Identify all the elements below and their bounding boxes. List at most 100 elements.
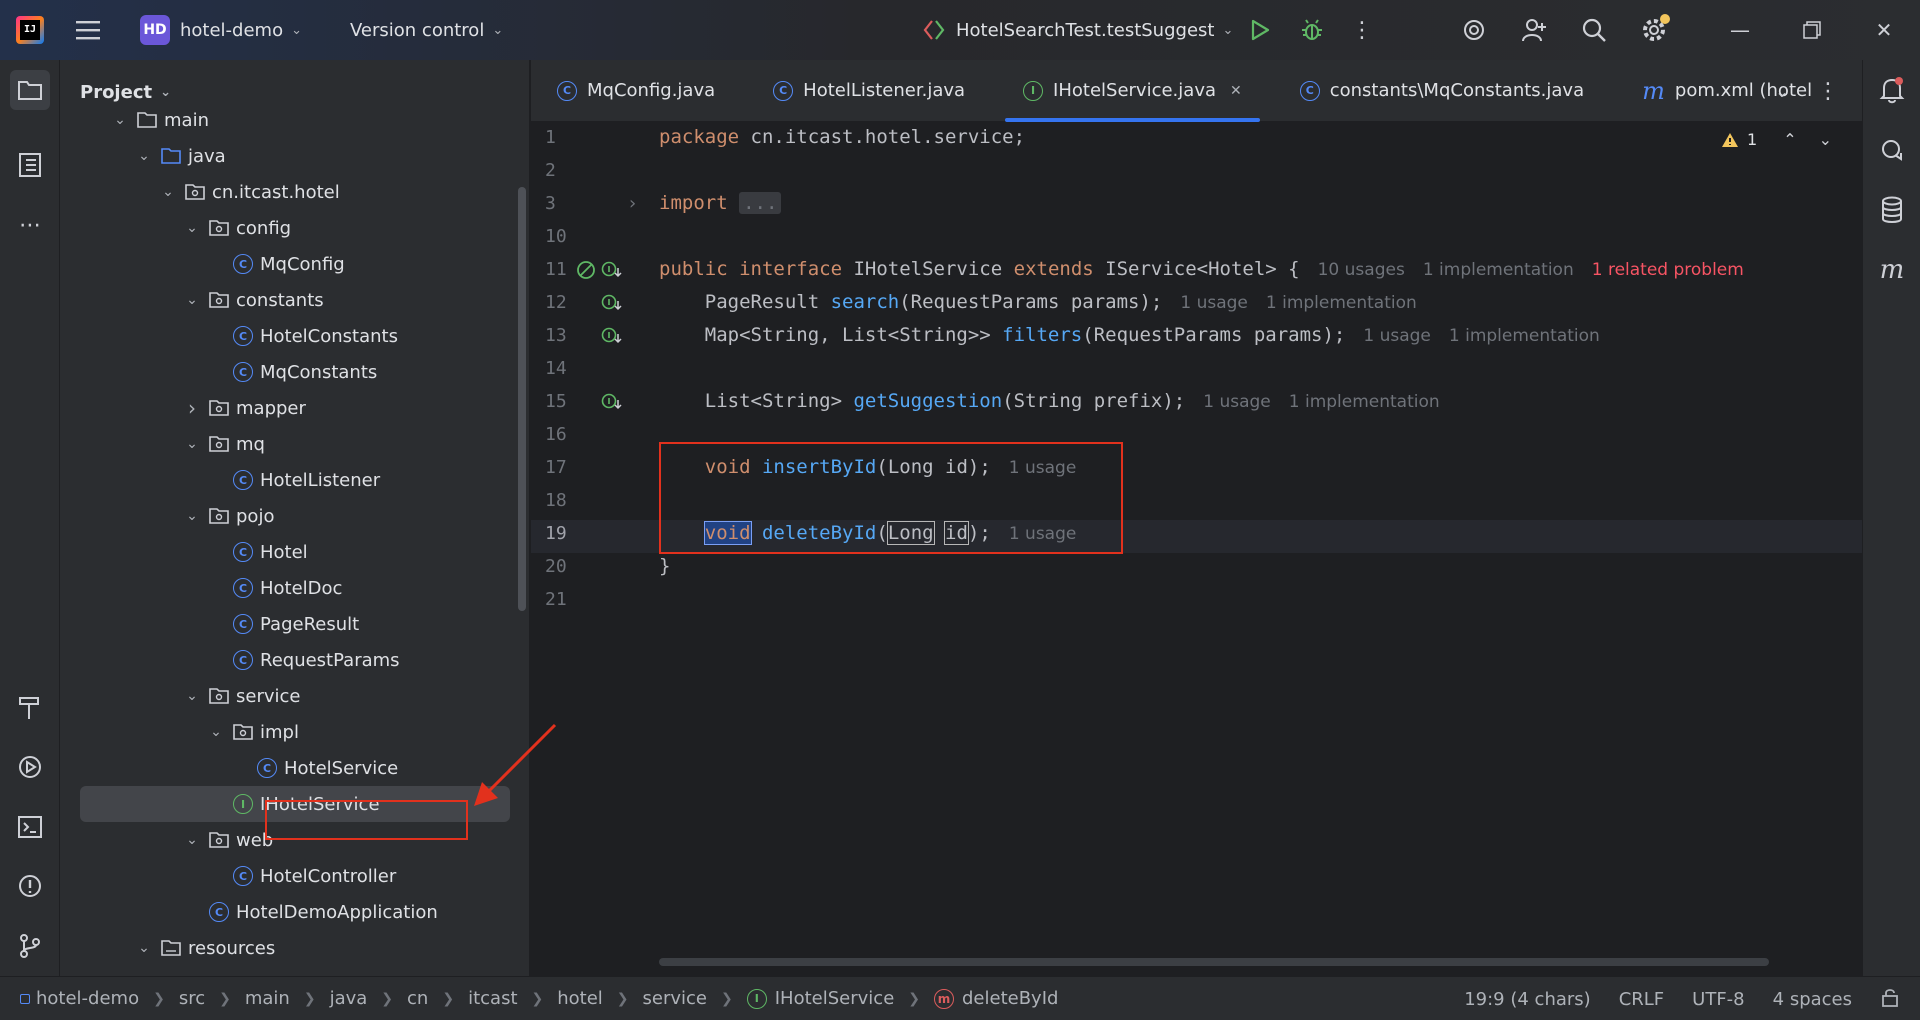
tree-item[interactable]: C PageResult bbox=[60, 606, 500, 642]
tree-item[interactable]: C RequestParams bbox=[60, 642, 500, 678]
chevron-down-icon[interactable]: ⌄ bbox=[158, 184, 178, 200]
tree-item[interactable]: ⌄ pojo bbox=[60, 498, 500, 534]
tree-item[interactable]: C MqConstants bbox=[60, 354, 500, 390]
tree-item[interactable]: › mapper bbox=[60, 390, 500, 426]
spring-bean-icon[interactable] bbox=[575, 259, 595, 279]
code-line[interactable]: } bbox=[659, 550, 670, 583]
codevision-hint[interactable]: 10 usages bbox=[1318, 260, 1405, 280]
chevron-down-icon[interactable]: ⌄ bbox=[182, 832, 202, 848]
run-config-selector[interactable]: HotelSearchTest.testSuggest ⌄ bbox=[912, 10, 1243, 50]
tree-scrollbar[interactable] bbox=[518, 187, 526, 611]
tree-item[interactable]: C HotelListener bbox=[60, 462, 500, 498]
chevron-down-icon[interactable]: ⌄ bbox=[182, 220, 202, 236]
tree-item[interactable]: ⌄ config bbox=[60, 210, 500, 246]
editor-tab[interactable]: Cconstants\MqConstants.java bbox=[1282, 60, 1602, 122]
chevron-down-icon[interactable]: ⌄ bbox=[134, 148, 154, 164]
chevron-down-icon[interactable]: ⌄ bbox=[182, 292, 202, 308]
chevron-down-icon[interactable]: ⌄ bbox=[182, 508, 202, 524]
code-line[interactable]: import ... bbox=[659, 187, 782, 220]
file-encoding[interactable]: UTF-8 bbox=[1692, 989, 1744, 1010]
editor-horizontal-scrollbar[interactable] bbox=[659, 958, 1769, 966]
tree-item[interactable]: C Hotel bbox=[60, 534, 500, 570]
chevron-down-icon[interactable]: ⌄ bbox=[182, 436, 202, 452]
run-icon[interactable] bbox=[1240, 10, 1280, 50]
breadcrumb-item[interactable]: src bbox=[179, 988, 205, 1009]
tree-item[interactable]: ⌄ mq bbox=[60, 426, 500, 462]
implemented-down-arrow-icon[interactable] bbox=[601, 260, 622, 280]
breadcrumb-item[interactable]: cn bbox=[407, 988, 428, 1009]
code-line[interactable]: package cn.itcast.hotel.service; bbox=[659, 121, 1025, 154]
restore-button[interactable] bbox=[1776, 0, 1848, 60]
codevision-hint[interactable]: 1 usage bbox=[1363, 326, 1431, 346]
line-separator[interactable]: CRLF bbox=[1619, 989, 1664, 1010]
tree-item[interactable]: ⌄ impl bbox=[60, 714, 500, 750]
notifications-bell-icon[interactable] bbox=[1872, 70, 1912, 110]
tree-item[interactable]: ⌄ resources bbox=[60, 930, 500, 966]
minimize-button[interactable]: — bbox=[1704, 0, 1776, 60]
build-hammer-icon[interactable] bbox=[10, 688, 50, 728]
breadcrumb-item[interactable]: service bbox=[643, 988, 707, 1009]
terminal-icon[interactable] bbox=[10, 807, 50, 847]
project-selector[interactable]: HD hotel-demo ⌄ bbox=[130, 10, 312, 50]
tree-item[interactable]: ⌄ service bbox=[60, 678, 500, 714]
tree-item[interactable]: C HotelDoc bbox=[60, 570, 500, 606]
more-actions-icon[interactable]: ⋮ bbox=[1342, 10, 1382, 50]
ai-chat-icon[interactable] bbox=[1872, 130, 1912, 170]
folded-imports[interactable]: ... bbox=[739, 192, 782, 214]
implemented-down-arrow-icon[interactable] bbox=[601, 293, 622, 313]
breadcrumb-item[interactable]: m deleteById bbox=[934, 988, 1058, 1009]
code-line[interactable]: PageResult search(RequestParams params);… bbox=[659, 286, 1417, 319]
codevision-hint[interactable]: 1 implementation bbox=[1423, 260, 1574, 280]
code-line[interactable]: Map<String, List<String>> filters(Reques… bbox=[659, 319, 1600, 352]
tree-item[interactable]: ⌄ java bbox=[60, 138, 500, 174]
tree-item[interactable]: C MqConfig bbox=[60, 246, 500, 282]
implemented-down-arrow-icon[interactable] bbox=[601, 326, 622, 346]
codevision-hint[interactable]: 1 usage bbox=[1180, 293, 1248, 313]
run-services-icon[interactable] bbox=[10, 747, 50, 787]
editor-tab[interactable]: I IHotelService.java ✕ bbox=[1005, 60, 1260, 122]
next-issue-icon[interactable]: ⌄ bbox=[1819, 130, 1832, 149]
tree-item[interactable]: C HotelService bbox=[60, 750, 500, 786]
breadcrumb-item[interactable]: hotel-demo bbox=[20, 988, 139, 1009]
breadcrumb-item[interactable]: I IHotelService bbox=[746, 988, 894, 1009]
prev-issue-icon[interactable]: ⌃ bbox=[1783, 130, 1796, 149]
indent-setting[interactable]: 4 spaces bbox=[1773, 989, 1852, 1010]
search-icon[interactable] bbox=[1574, 10, 1614, 50]
codevision-hint[interactable]: 1 usage bbox=[1203, 392, 1271, 412]
read-only-lock-icon[interactable] bbox=[1880, 987, 1900, 1012]
database-icon[interactable] bbox=[1872, 190, 1912, 230]
more-tools-icon[interactable]: ⋯ bbox=[10, 205, 50, 245]
git-icon[interactable] bbox=[10, 926, 50, 966]
add-user-icon[interactable] bbox=[1514, 10, 1554, 50]
inspection-widget[interactable]: 1 ⌃ ⌄ bbox=[1721, 130, 1832, 149]
debug-icon[interactable] bbox=[1292, 10, 1332, 50]
code-editor[interactable]: 1 2 3 › 10 11 12 13 14 15 16 17 18 19 20 21 package cn.… bbox=[531, 122, 1862, 976]
code-line[interactable]: List<String> getSuggestion(String prefix… bbox=[659, 385, 1440, 418]
caret-position[interactable]: 19:9 (4 chars) bbox=[1464, 989, 1590, 1010]
vcs-selector[interactable]: Version control ⌄ bbox=[340, 10, 513, 50]
ai-assistant-icon[interactable] bbox=[1454, 10, 1494, 50]
tree-item[interactable]: ⌄ constants bbox=[60, 282, 500, 318]
chevron-right-icon[interactable]: › bbox=[182, 396, 202, 420]
project-folder-icon[interactable] bbox=[10, 70, 50, 110]
tree-item[interactable]: ⌄ main bbox=[60, 102, 500, 138]
editor-tab[interactable]: C HotelListener.java bbox=[755, 60, 983, 122]
structure-icon[interactable] bbox=[10, 145, 50, 185]
problem-hint[interactable]: 1 related problem bbox=[1592, 260, 1744, 280]
fold-expand-icon[interactable]: › bbox=[627, 194, 647, 214]
codevision-hint[interactable]: 1 implementation bbox=[1289, 392, 1440, 412]
close-tab-icon[interactable]: ✕ bbox=[1230, 83, 1242, 99]
tree-item[interactable]: C HotelDemoApplication bbox=[60, 894, 500, 930]
breadcrumb-item[interactable]: java bbox=[330, 988, 368, 1009]
tree-item[interactable]: C HotelConstants bbox=[60, 318, 500, 354]
settings-gear-icon[interactable] bbox=[1634, 10, 1674, 50]
implemented-down-arrow-icon[interactable] bbox=[601, 392, 622, 412]
chevron-down-icon[interactable]: ⌄ bbox=[110, 112, 130, 128]
chevron-down-icon[interactable]: ⌄ bbox=[182, 688, 202, 704]
tabs-dropdown-icon[interactable]: ⌄ bbox=[1762, 71, 1802, 111]
maven-icon[interactable]: m bbox=[1872, 250, 1912, 290]
chevron-down-icon[interactable]: ⌄ bbox=[206, 724, 226, 740]
code-line[interactable]: public interface IHotelService extends I… bbox=[659, 253, 1744, 286]
tree-item[interactable]: C HotelController bbox=[60, 858, 500, 894]
codevision-hint[interactable]: 1 implementation bbox=[1266, 293, 1417, 313]
